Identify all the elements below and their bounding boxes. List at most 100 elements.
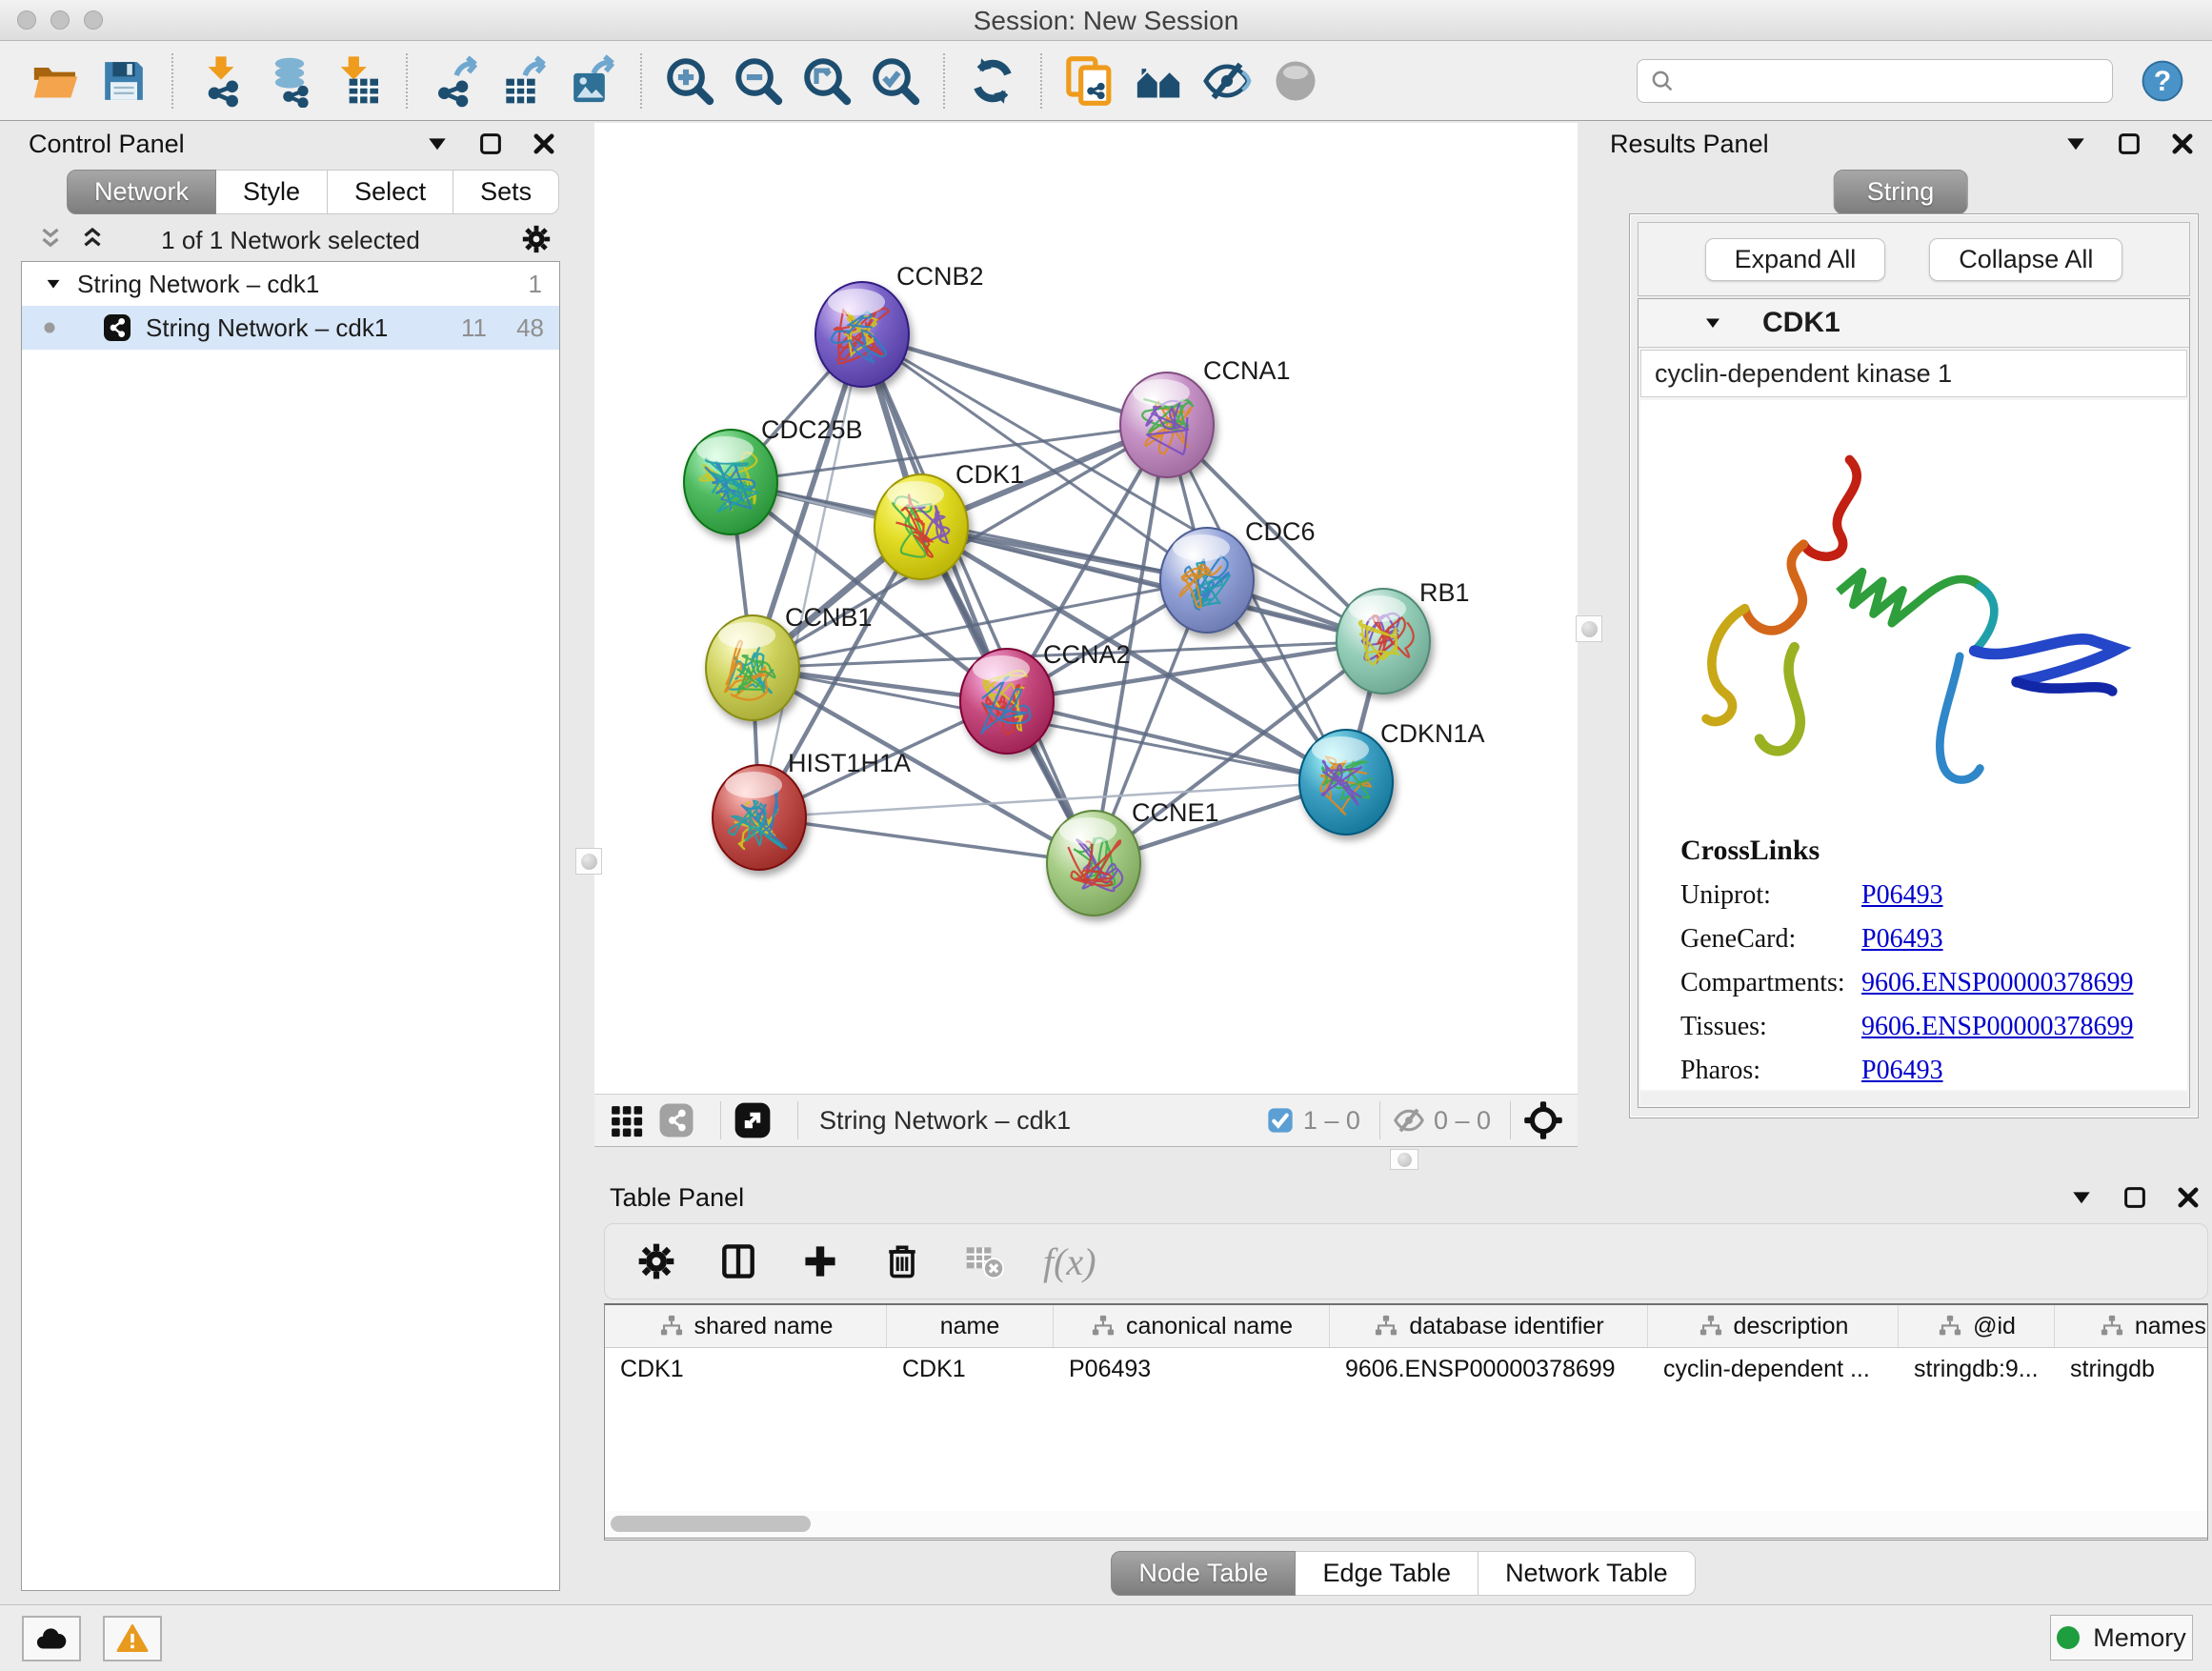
close-panel-icon[interactable] [2174, 1183, 2202, 1212]
export-image-button[interactable] [558, 49, 627, 113]
float-panel-icon[interactable] [2067, 1183, 2096, 1212]
edge-HIST1H1A-CCNE1[interactable] [759, 817, 1094, 863]
table-horizontal-scrollbar[interactable] [604, 1511, 2208, 1539]
import-network-from-file-button[interactable] [187, 49, 255, 113]
left-splitter-handle[interactable] [575, 848, 602, 875]
apply-layout-button[interactable] [958, 49, 1027, 113]
create-column-button[interactable] [797, 1238, 843, 1284]
close-panel-icon[interactable] [530, 130, 558, 158]
node-table[interactable]: shared name name canonical namedatabase id… [604, 1303, 2208, 1540]
collapse-all-button[interactable]: Collapse All [1929, 238, 2122, 281]
column-header-description[interactable]: description [1648, 1305, 1899, 1347]
column-header--id[interactable]: @id [1899, 1305, 2055, 1347]
table-cell[interactable]: P06493 [1054, 1348, 1330, 1390]
gene-section-header[interactable]: CDK1 [1639, 299, 2189, 348]
zoom-in-button[interactable] [655, 49, 724, 113]
memory-button[interactable]: Memory [2050, 1615, 2193, 1661]
hidden-eye-icon[interactable] [1392, 1103, 1426, 1137]
close-panel-icon[interactable] [2168, 130, 2197, 158]
export-table-button[interactable] [490, 49, 558, 113]
node-CDC6[interactable]: CDC6 [1160, 517, 1316, 633]
node-RB1[interactable]: RB1 [1337, 578, 1470, 694]
scrollbar-thumb[interactable] [611, 1516, 811, 1532]
network-graph[interactable]: CCNB2CCNA1CDC25BCDK1CDC6RB1CCNB1CCNA2CDK… [594, 123, 1578, 1094]
gene-caret-icon[interactable] [1701, 312, 1724, 334]
network-row-selected[interactable]: String Network – cdk1 11 48 [22, 306, 559, 350]
table-cell[interactable]: 9606.ENSP00000378699 [1330, 1348, 1648, 1390]
grid-mode-button[interactable] [608, 1102, 644, 1138]
table-row[interactable]: CDK1CDK1P064939606.ENSP00000378699cyclin… [605, 1348, 2207, 1390]
table-options-button[interactable] [633, 1238, 679, 1284]
help-button[interactable]: ? [2134, 52, 2191, 110]
table-cell[interactable]: stringdb [2055, 1348, 2208, 1390]
open-session-button[interactable] [21, 49, 90, 113]
node-CCNB2[interactable]: CCNB2 [815, 262, 984, 387]
clone-network-button[interactable] [1056, 49, 1124, 113]
network-overview-button[interactable] [1124, 49, 1193, 113]
crosslink-link[interactable]: P06493 [1861, 1056, 1943, 1086]
column-header-shared-name[interactable]: shared name [605, 1305, 887, 1347]
network-collection-row[interactable]: String Network – cdk1 1 [22, 262, 559, 306]
column-header-canonical-name[interactable]: canonical name [1054, 1305, 1330, 1347]
float-panel-icon[interactable] [423, 130, 452, 158]
column-header-name[interactable]: name [887, 1305, 1054, 1347]
overview-icon [1132, 54, 1185, 108]
table-cell[interactable]: stringdb:9... [1899, 1348, 2055, 1390]
search-input[interactable] [1637, 59, 2113, 103]
edge-CCNA2-CDKN1A[interactable] [1007, 701, 1346, 782]
tab-string[interactable]: String [1834, 170, 1968, 214]
column-header-namespace[interactable]: namespace [2055, 1305, 2208, 1347]
zoom-out-button[interactable] [724, 49, 793, 113]
delete-column-button[interactable] [879, 1238, 925, 1284]
table-cell[interactable]: CDK1 [887, 1348, 1054, 1390]
save-session-button[interactable] [90, 49, 158, 113]
crosslink-row: Tissues:9606.ENSP00000378699 [1680, 1012, 2187, 1042]
tab-select[interactable]: Select [328, 170, 453, 214]
zoom-fit-button[interactable] [793, 49, 861, 113]
crosslink-link[interactable]: P06493 [1861, 880, 1943, 911]
crosslink-link[interactable]: 9606.ENSP00000378699 [1861, 1012, 2133, 1042]
detach-view-button[interactable] [733, 1100, 773, 1140]
cloud-button[interactable] [22, 1616, 81, 1661]
table-cell[interactable]: cyclin-dependent ... [1648, 1348, 1899, 1390]
bottom-splitter-handle[interactable] [1390, 1149, 1418, 1170]
show-graphics-details-button[interactable] [1261, 49, 1330, 113]
import-table-from-file-button[interactable] [324, 49, 392, 113]
float-panel-icon[interactable] [2061, 130, 2090, 158]
zoom-selected-button[interactable] [861, 49, 930, 113]
tab-network-table[interactable]: Network Table [1478, 1551, 1696, 1596]
warnings-button[interactable] [103, 1616, 162, 1661]
string-view-button[interactable] [657, 1101, 695, 1139]
export-network-button[interactable] [421, 49, 490, 113]
column-label: name [940, 1313, 1000, 1340]
maximize-panel-icon[interactable] [476, 130, 505, 158]
maximize-panel-icon[interactable] [2121, 1183, 2149, 1212]
hide-graphics-details-button[interactable] [1193, 49, 1261, 113]
node-CCNE1[interactable]: CCNE1 [1047, 798, 1219, 916]
string-app-icon [102, 312, 132, 343]
tab-network[interactable]: Network [67, 170, 216, 214]
tab-style[interactable]: Style [216, 170, 328, 214]
tab-sets[interactable]: Sets [453, 170, 559, 214]
maximize-panel-icon[interactable] [2115, 130, 2143, 158]
network-options-gear-icon[interactable] [520, 223, 553, 255]
edge-CCNB2-CCNE1[interactable] [862, 334, 1094, 863]
gene-section-scrollbar[interactable] [1640, 1092, 2187, 1105]
selected-checkbox-icon[interactable] [1265, 1105, 1296, 1136]
node-CDK1[interactable]: CDK1 [875, 460, 1024, 579]
collection-caret-icon[interactable] [43, 273, 64, 294]
birdseye-icon[interactable] [1522, 1099, 1564, 1141]
network-view-canvas[interactable]: CCNB2CCNA1CDC25BCDK1CDC6RB1CCNB1CCNA2CDK… [594, 123, 1578, 1094]
node-CCNA1[interactable]: CCNA1 [1120, 356, 1291, 477]
import-network-from-database-button[interactable] [255, 49, 324, 113]
tab-node-table[interactable]: Node Table [1111, 1551, 1296, 1596]
crosslink-link[interactable]: 9606.ENSP00000378699 [1861, 968, 2133, 998]
column-header-database-identifier[interactable]: database identifier [1330, 1305, 1648, 1347]
node-CDKN1A[interactable]: CDKN1A [1299, 719, 1485, 835]
show-columns-button[interactable] [715, 1238, 761, 1284]
table-cell[interactable]: CDK1 [605, 1348, 887, 1390]
crosslink-link[interactable]: P06493 [1861, 924, 1943, 955]
expand-all-button[interactable]: Expand All [1705, 238, 1886, 281]
share-badge-icon [657, 1101, 695, 1139]
tab-edge-table[interactable]: Edge Table [1296, 1551, 1478, 1596]
